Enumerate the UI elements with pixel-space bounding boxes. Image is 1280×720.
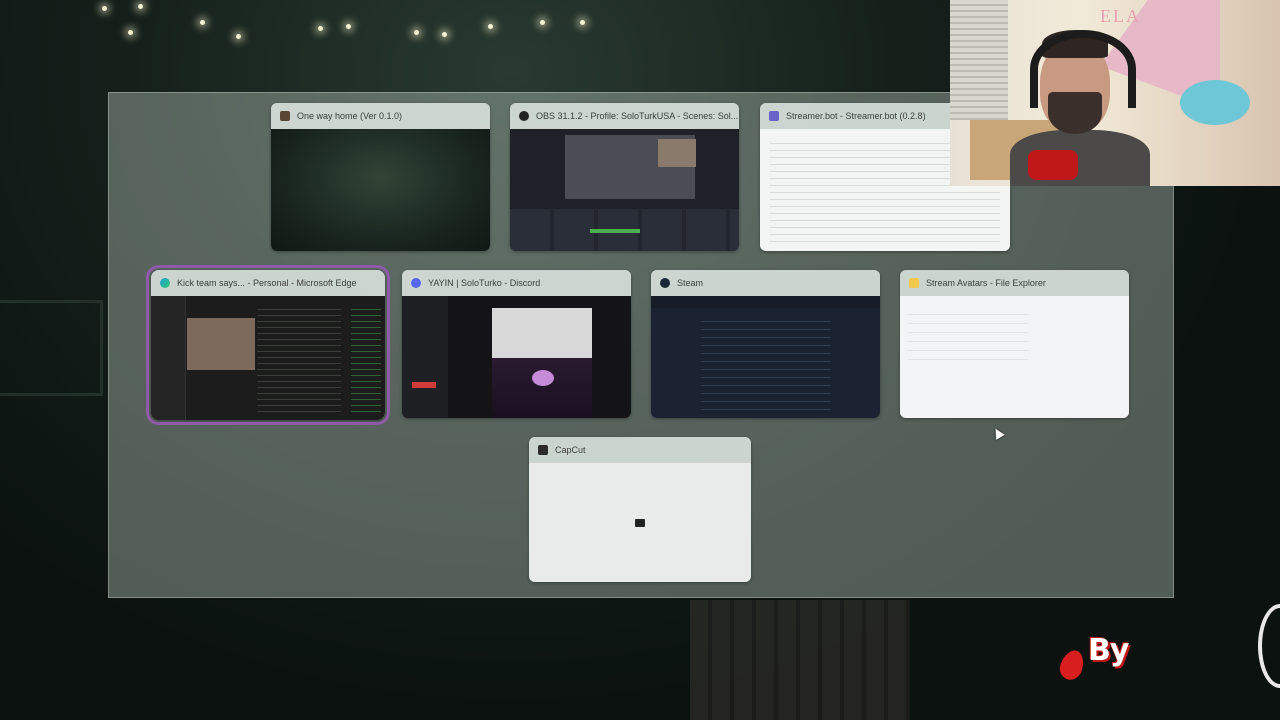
kick-right-panel <box>351 304 381 412</box>
window-titlebar: Stream Avatars - File Explorer <box>900 270 1129 296</box>
window-titlebar: YAYIN | SoloTurko - Discord <box>402 270 631 296</box>
window-thumbnail-one-way-home[interactable]: One way home (Ver 0.1.0) <box>271 103 490 251</box>
watermark-text: By <box>1088 633 1129 668</box>
window-preview <box>510 129 739 251</box>
window-preview <box>900 296 1129 418</box>
window-preview <box>271 129 490 251</box>
steam-menu-bar <box>651 296 880 308</box>
window-title: Streamer.bot - Streamer.bot (0.2.8) <box>786 111 926 121</box>
window-titlebar: Steam <box>651 270 880 296</box>
string-light <box>580 20 585 25</box>
wall-sign: ELA <box>1100 6 1141 26</box>
window-preview <box>651 296 880 418</box>
discord-icon <box>411 278 421 288</box>
string-light <box>138 4 143 9</box>
streamerbot-icon <box>769 111 779 121</box>
window-title: Kick team says... - Personal - Microsoft… <box>177 278 357 288</box>
window-blind <box>950 0 1008 120</box>
window-title: YAYIN | SoloTurko - Discord <box>428 278 541 288</box>
window-preview <box>529 463 751 582</box>
discord-channel-list <box>402 296 448 418</box>
string-light <box>128 30 133 35</box>
window-title: One way home (Ver 0.1.0) <box>297 111 403 121</box>
edge-icon <box>160 278 170 288</box>
webcam-overlay: ELA <box>950 0 1280 186</box>
kick-sidebar <box>151 296 186 420</box>
window-thumbnail-discord[interactable]: YAYIN | SoloTurko - Discord <box>402 270 631 418</box>
kick-stream-video <box>187 318 255 370</box>
window-title: Steam <box>677 278 704 288</box>
game-icon <box>280 111 290 121</box>
microphone-icon <box>1028 150 1078 180</box>
wooden-floor <box>690 600 910 720</box>
window-titlebar: CapCut <box>529 437 751 463</box>
window-titlebar: Kick team says... - Personal - Microsoft… <box>151 270 385 296</box>
window-titlebar: One way home (Ver 0.1.0) <box>271 103 490 129</box>
string-light <box>318 26 323 31</box>
capcut-logo-icon <box>635 518 645 527</box>
string-light <box>488 24 493 29</box>
string-light <box>200 20 205 25</box>
window-title: OBS 31.1.2 - Profile: SoloTurkUSA - Scen… <box>536 111 739 121</box>
window-preview <box>402 296 631 418</box>
string-light <box>442 32 447 37</box>
steam-content <box>701 314 831 414</box>
string-light <box>414 30 419 35</box>
window-thumbnail-obs[interactable]: OBS 31.1.2 - Profile: SoloTurkUSA - Scen… <box>510 103 739 251</box>
headphones-icon <box>1030 30 1136 108</box>
capcut-icon <box>538 445 548 455</box>
discord-stream-bottom <box>492 358 592 418</box>
window-thumbnail-steam[interactable]: Steam <box>651 270 880 418</box>
obs-camera-source <box>658 139 696 167</box>
string-light <box>102 6 107 11</box>
obs-audio-meter <box>590 229 640 233</box>
window-preview <box>151 296 385 420</box>
window-thumbnail-capcut[interactable]: CapCut <box>529 437 751 582</box>
string-light <box>540 20 545 25</box>
folder-icon <box>909 278 919 288</box>
window-title: Stream Avatars - File Explorer <box>926 278 1046 288</box>
window-thumbnail-file-explorer[interactable]: Stream Avatars - File Explorer <box>900 270 1129 418</box>
explorer-file-list <box>908 306 1028 366</box>
bench <box>0 300 103 396</box>
steam-icon <box>660 278 670 288</box>
plush-toy <box>1180 80 1250 125</box>
string-light <box>346 24 351 29</box>
discord-stream-top <box>492 308 592 358</box>
string-light <box>236 34 241 39</box>
kick-chat <box>257 304 341 412</box>
window-title: CapCut <box>555 445 586 455</box>
window-thumbnail-edge[interactable]: Kick team says... - Personal - Microsoft… <box>146 265 390 425</box>
obs-icon <box>519 111 529 121</box>
window-titlebar: OBS 31.1.2 - Profile: SoloTurkUSA - Scen… <box>510 103 739 129</box>
